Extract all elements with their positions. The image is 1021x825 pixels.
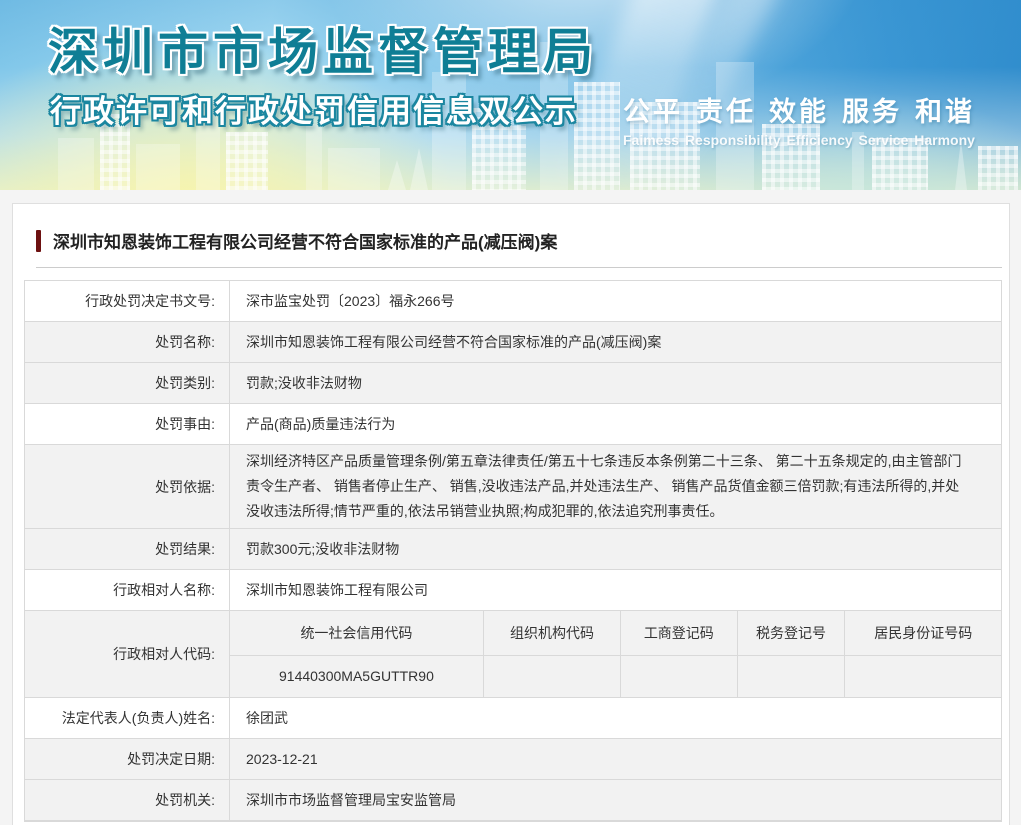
slogan-en-word: Harmony (914, 132, 975, 148)
header-banner: 深圳市市场监督管理局 行政许可和行政处罚信用信息双公示 公平 责任 效能 服务 … (0, 0, 1021, 190)
table-row-penalty-authority: 处罚机关: 深圳市市场监督管理局宝安监管局 (25, 780, 1001, 821)
row-value: 深市监宝处罚〔2023〕福永266号 (246, 292, 455, 309)
slogan-cn-word: 责任 (696, 97, 756, 127)
table-row-penalty-basis: 处罚依据: 深圳经济特区产品质量管理条例/第五章法律责任/第五十七条违反本条例第… (25, 445, 1001, 529)
row-label: 行政相对人名称: (25, 570, 230, 610)
row-label: 行政处罚决定书文号: (25, 281, 230, 321)
codes-header-row: 统一社会信用代码 组织机构代码 工商登记码 税务登记号 居民身份证号码 (230, 611, 1001, 656)
row-value: 深圳市知恩装饰工程有限公司经营不符合国家标准的产品(减压阀)案 (246, 333, 662, 350)
banner-subtitle: 行政许可和行政处罚信用信息双公示 (50, 94, 578, 129)
codes-header-cell: 税务登记号 (736, 611, 845, 655)
row-label: 行政相对人代码: (25, 611, 230, 697)
slogan-cn-word: 效能 (769, 97, 829, 127)
codes-value-row: 91440300MA5GUTTR90 (230, 656, 1001, 697)
codes-header-cell: 组织机构代码 (482, 611, 620, 655)
table-row-party-codes: 行政相对人代码: 统一社会信用代码 组织机构代码 工商登记码 税务登记号 居民身… (25, 611, 1001, 698)
row-label: 处罚事由: (25, 404, 230, 444)
table-row-legal-representative: 法定代表人(负责人)姓名: 徐团武 (25, 698, 1001, 739)
codes-value-cell (482, 656, 620, 697)
slogan-cn-word: 公平 (623, 97, 683, 127)
row-value: 徐团武 (246, 709, 288, 726)
banner-slogan: 公平 责任 效能 服务 和谐 Faimess Responsibility Ef… (623, 90, 975, 148)
row-label: 处罚决定日期: (25, 739, 230, 779)
slogan-en-word: Faimess (623, 132, 680, 148)
codes-value-cell (844, 656, 1001, 697)
row-value: 深圳市市场监督管理局宝安监管局 (246, 791, 456, 808)
slogan-en-word: Efficiency (786, 132, 853, 148)
penalty-info-table: 行政处罚决定书文号: 深市监宝处罚〔2023〕福永266号 处罚名称: 深圳市知… (24, 280, 1002, 822)
content-card: 深圳市知恩装饰工程有限公司经营不符合国家标准的产品(减压阀)案 行政处罚决定书文… (12, 203, 1010, 825)
title-divider (36, 267, 1002, 268)
row-value: 深圳经济特区产品质量管理条例/第五章法律责任/第五十七条违反本条例第二十三条、 … (246, 453, 962, 519)
row-value: 2023-12-21 (246, 750, 318, 767)
codes-header-cell: 工商登记码 (620, 611, 736, 655)
table-row-penalty-result: 处罚结果: 罚款300元;没收非法财物 (25, 529, 1001, 570)
table-row-penalty-category: 处罚类别: 罚款;没收非法财物 (25, 363, 1001, 404)
table-row-party-name: 行政相对人名称: 深圳市知恩装饰工程有限公司 (25, 570, 1001, 611)
article-header: 深圳市知恩装饰工程有限公司经营不符合国家标准的产品(减压阀)案 (36, 228, 1009, 253)
table-row-decision-number: 行政处罚决定书文号: 深市监宝处罚〔2023〕福永266号 (25, 281, 1001, 322)
slogan-cn-word: 和谐 (915, 97, 975, 127)
row-label: 处罚名称: (25, 322, 230, 362)
page-title: 深圳市知恩装饰工程有限公司经营不符合国家标准的产品(减压阀)案 (53, 233, 558, 252)
codes-table: 统一社会信用代码 组织机构代码 工商登记码 税务登记号 居民身份证号码 9144… (230, 611, 1001, 697)
row-value: 罚款300元;没收非法财物 (246, 540, 400, 557)
slogan-cn-word: 服务 (842, 97, 902, 127)
row-label: 处罚结果: (25, 529, 230, 569)
table-row-penalty-reason: 处罚事由: 产品(商品)质量违法行为 (25, 404, 1001, 445)
row-value: 产品(商品)质量违法行为 (246, 415, 396, 432)
row-label: 法定代表人(负责人)姓名: (25, 698, 230, 738)
row-label: 处罚类别: (25, 363, 230, 403)
row-value: 罚款;没收非法财物 (246, 374, 362, 391)
table-row-penalty-name: 处罚名称: 深圳市知恩装饰工程有限公司经营不符合国家标准的产品(减压阀)案 (25, 322, 1001, 363)
codes-header-cell: 居民身份证号码 (844, 611, 1001, 655)
codes-value-cell: 91440300MA5GUTTR90 (279, 668, 434, 684)
banner-title: 深圳市市场监督管理局 (48, 24, 598, 80)
row-label: 处罚依据: (25, 445, 230, 528)
codes-value-cell (736, 656, 845, 697)
title-accent-bar (36, 229, 41, 252)
codes-value-cell (620, 656, 736, 697)
slogan-en-word: Responsibility (684, 132, 781, 148)
row-label: 处罚机关: (25, 780, 230, 820)
slogan-en-word: Service (858, 132, 909, 148)
row-value: 深圳市知恩装饰工程有限公司 (246, 581, 428, 598)
slogan-chinese: 公平 责任 效能 服务 和谐 (623, 90, 975, 129)
slogan-english: Faimess Responsibility Efficiency Servic… (623, 132, 975, 148)
table-row-decision-date: 处罚决定日期: 2023-12-21 (25, 739, 1001, 780)
codes-header-cell: 统一社会信用代码 (300, 624, 413, 641)
